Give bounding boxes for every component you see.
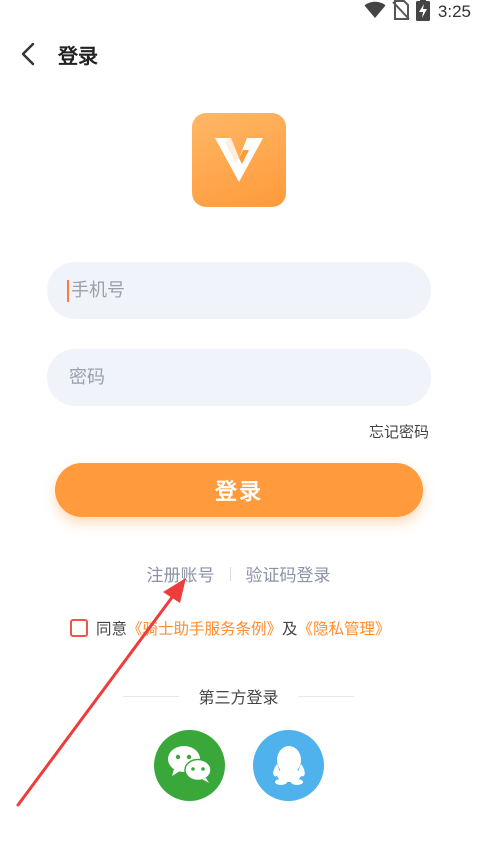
divider-line — [123, 695, 180, 697]
app-logo-v-icon — [209, 128, 269, 192]
link-divider — [229, 566, 231, 581]
agreement-conjunction: 及 — [282, 620, 298, 638]
forgot-password-link[interactable]: 忘记密码 — [369, 421, 429, 442]
third-party-label: 第三方登录 — [198, 688, 279, 707]
status-icons: 3:25 — [364, 0, 471, 24]
wechat-login-button[interactable] — [154, 730, 225, 801]
code-login-link[interactable]: 验证码登录 — [246, 561, 331, 586]
terms-link[interactable]: 《骑士助手服务条例》 — [127, 617, 282, 639]
secondary-links: 注册账号 验证码登录 — [0, 561, 477, 586]
register-link[interactable]: 注册账号 — [147, 561, 215, 586]
password-field[interactable] — [47, 349, 431, 406]
qq-login-button[interactable] — [253, 730, 324, 801]
wechat-icon — [166, 743, 214, 789]
wifi-icon — [364, 1, 386, 23]
agreement-checkbox[interactable] — [70, 619, 88, 637]
battery-charging-icon — [415, 0, 430, 25]
privacy-link[interactable]: 《隐私管理》 — [298, 617, 391, 639]
login-button[interactable]: 登录 — [55, 463, 423, 517]
page-title: 登录 — [58, 44, 98, 68]
status-time: 3:25 — [437, 2, 471, 21]
qq-icon — [269, 742, 309, 790]
divider-line — [297, 695, 354, 697]
phone-input[interactable] — [69, 279, 411, 302]
back-button[interactable] — [16, 42, 40, 70]
top-bar: 登录 — [0, 38, 477, 74]
password-input[interactable] — [67, 366, 411, 389]
no-sim-icon — [392, 0, 410, 24]
agreement-prefix: 同意 — [96, 620, 128, 638]
phone-field[interactable] — [47, 262, 431, 319]
status-bar: 3:25 — [0, 0, 477, 24]
agreement-row: 同意 《骑士助手服务条例》 及 《隐私管理》 — [70, 617, 391, 639]
app-logo — [192, 113, 286, 207]
chevron-left-icon — [21, 42, 35, 70]
third-party-divider: 第三方登录 — [0, 684, 477, 708]
